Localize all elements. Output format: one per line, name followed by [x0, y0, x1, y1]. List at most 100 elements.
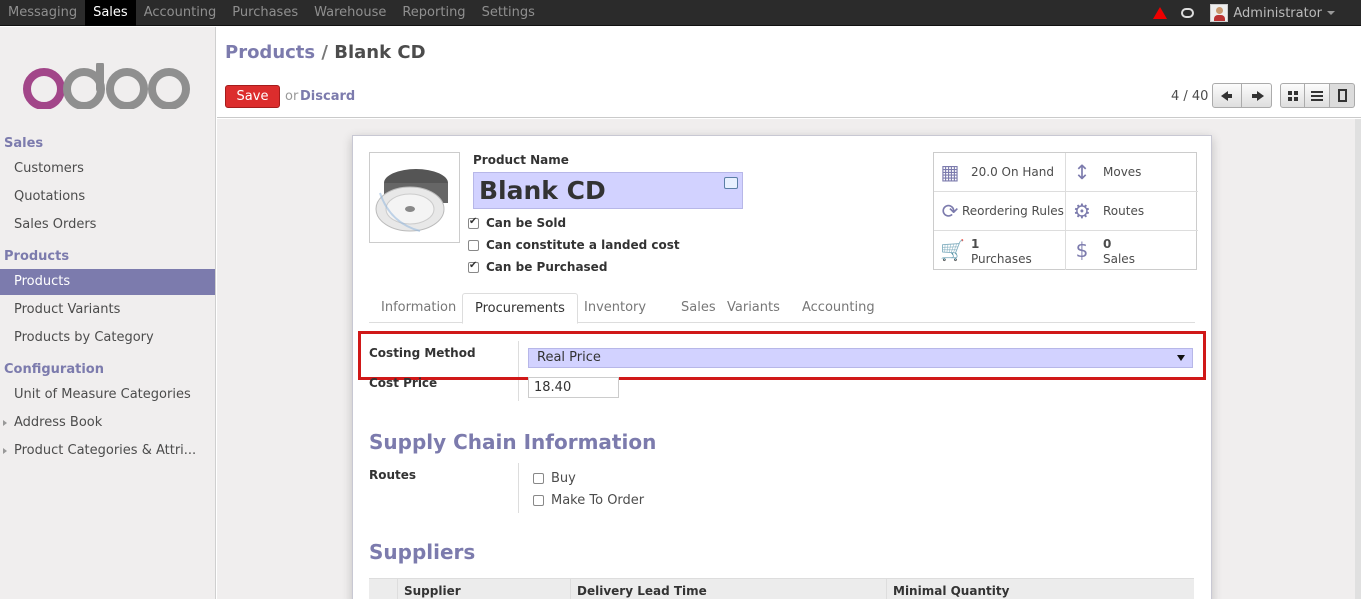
sidebar-item-sales-orders[interactable]: Sales Orders [0, 212, 215, 238]
sidebar-item-product-variants[interactable]: Product Variants [0, 297, 215, 323]
purchases-text: Purchases [971, 252, 1032, 266]
sidebar-item-address-book[interactable]: Address Book [0, 410, 215, 436]
kanban-view-button[interactable] [1280, 83, 1305, 108]
tab-information[interactable]: Information [369, 293, 468, 323]
column-supplier[interactable]: Supplier [397, 579, 570, 599]
smart-buttons: ▦ 20.0 On Hand ↕ Moves ⟳ Reordering Rule… [933, 152, 1198, 270]
moves-button[interactable]: ↕ Moves [1066, 153, 1198, 192]
highlight-box [358, 331, 1206, 380]
route-mto-row: Make To Order [533, 492, 644, 508]
cart-icon: 🛒 [940, 238, 965, 262]
form-view-button[interactable] [1330, 83, 1355, 108]
odoo-logo[interactable] [22, 63, 192, 109]
landed-cost-checkbox[interactable] [468, 239, 479, 251]
pager-previous-button[interactable] [1212, 83, 1242, 108]
menu-warehouse[interactable]: Warehouse [306, 0, 394, 26]
product-image[interactable] [369, 152, 460, 243]
tab-accounting[interactable]: Accounting [790, 293, 887, 323]
menu-settings[interactable]: Settings [474, 0, 543, 26]
translate-icon[interactable] [724, 177, 738, 189]
sidebar-item-product-categories[interactable]: Product Categories & Attri... [0, 438, 215, 464]
can-be-purchased-checkbox[interactable] [468, 260, 479, 273]
discard-button[interactable]: Discard [300, 89, 355, 104]
table-handle-column [369, 579, 397, 599]
menu-reporting[interactable]: Reporting [394, 0, 473, 26]
tab-procurements[interactable]: Procurements [462, 293, 578, 324]
form-sheet: Product Name Blank CD Can be Sold Can co… [352, 135, 1212, 599]
form-tabs: Information Procurements Inventory Sales… [369, 293, 1195, 324]
sidebar-item-label: Address Book [14, 415, 103, 430]
arrow-right-icon [1252, 91, 1264, 101]
cost-price-input[interactable]: 18.40 [528, 377, 619, 398]
reordering-rules-text: Reordering Rules [962, 204, 1064, 218]
control-panel: Products / Blank CD Save or Discard 4 / … [217, 27, 1361, 118]
form-icon [1338, 89, 1347, 102]
can-be-sold-checkbox[interactable] [468, 216, 479, 229]
can-be-purchased-row: Can be Purchased [468, 259, 607, 275]
sidebar-item-products[interactable]: Products [0, 269, 215, 295]
pager-buttons [1212, 83, 1272, 108]
purchases-button[interactable]: 🛒 1 Purchases [934, 231, 1066, 270]
sidebar-item-quotations[interactable]: Quotations [0, 184, 215, 210]
product-name-input[interactable]: Blank CD [473, 172, 743, 209]
top-menu: Messaging Sales Accounting Purchases War… [0, 0, 543, 26]
purchases-count: 1 [971, 237, 980, 251]
tab-variants[interactable]: Variants [715, 293, 792, 323]
sales-text: Sales [1103, 252, 1135, 266]
column-delivery-lead-time[interactable]: Delivery Lead Time [570, 579, 886, 599]
cogs-icon: ⚙ [1073, 199, 1091, 223]
routes-label: Routes [369, 468, 417, 482]
scrollbar[interactable] [1355, 119, 1361, 599]
list-icon [1311, 91, 1323, 101]
expand-arrow-icon[interactable] [3, 420, 7, 426]
list-view-button[interactable] [1305, 83, 1330, 108]
on-hand-text: 20.0 On Hand [971, 165, 1054, 179]
pager-value[interactable]: 4 / 40 [1171, 89, 1208, 104]
warning-icon[interactable] [1153, 7, 1168, 19]
field-separator [518, 463, 519, 513]
cd-image-icon [375, 169, 448, 232]
menu-messaging[interactable]: Messaging [0, 0, 85, 26]
column-minimal-quantity[interactable]: Minimal Quantity [886, 579, 1194, 599]
sidebar-section-products: Products [4, 249, 70, 264]
expand-arrow-icon[interactable] [3, 448, 7, 454]
sidebar: Sales Customers Quotations Sales Orders … [0, 27, 216, 599]
breadcrumb-separator: / [321, 42, 328, 63]
route-buy-checkbox[interactable] [533, 472, 544, 484]
supply-chain-title: Supply Chain Information [369, 430, 657, 454]
tab-inventory[interactable]: Inventory [572, 293, 658, 323]
on-hand-button[interactable]: ▦ 20.0 On Hand [934, 153, 1066, 192]
or-text: or [285, 89, 299, 104]
breadcrumb-current: Blank CD [334, 42, 426, 63]
sidebar-section-sales: Sales [4, 136, 44, 151]
save-button[interactable]: Save [225, 85, 280, 108]
sidebar-item-products-by-category[interactable]: Products by Category [0, 325, 215, 351]
product-name-value: Blank CD [479, 176, 606, 205]
product-name-label: Product Name [473, 153, 569, 167]
reordering-rules-button[interactable]: ⟳ Reordering Rules [934, 192, 1066, 231]
pager-next-button[interactable] [1242, 83, 1272, 108]
sidebar-item-uom-categories[interactable]: Unit of Measure Categories [0, 382, 215, 408]
user-name[interactable]: Administrator [1233, 6, 1322, 21]
chevron-down-icon[interactable] [1327, 11, 1335, 15]
sidebar-item-customers[interactable]: Customers [0, 156, 215, 182]
can-be-purchased-label: Can be Purchased [486, 260, 608, 274]
route-buy-row: Buy [533, 470, 576, 486]
top-navbar: Messaging Sales Accounting Purchases War… [0, 0, 1361, 26]
routes-button[interactable]: ⚙ Routes [1066, 192, 1198, 231]
arrow-left-icon [1221, 91, 1232, 101]
menu-accounting[interactable]: Accounting [136, 0, 225, 26]
user-area: Administrator [1153, 0, 1361, 26]
chat-icon[interactable] [1181, 8, 1195, 18]
sales-button[interactable]: $ 0 Sales [1066, 231, 1198, 270]
avatar[interactable] [1210, 4, 1229, 22]
menu-sales[interactable]: Sales [85, 0, 136, 26]
route-mto-checkbox[interactable] [533, 494, 544, 506]
sales-count: 0 [1103, 237, 1112, 251]
building-icon: ▦ [940, 160, 960, 184]
refresh-icon: ⟳ [941, 199, 959, 223]
form-content: Product Name Blank CD Can be Sold Can co… [217, 119, 1361, 599]
route-mto-label: Make To Order [551, 492, 645, 508]
menu-purchases[interactable]: Purchases [224, 0, 306, 26]
breadcrumb-products[interactable]: Products [225, 42, 315, 63]
